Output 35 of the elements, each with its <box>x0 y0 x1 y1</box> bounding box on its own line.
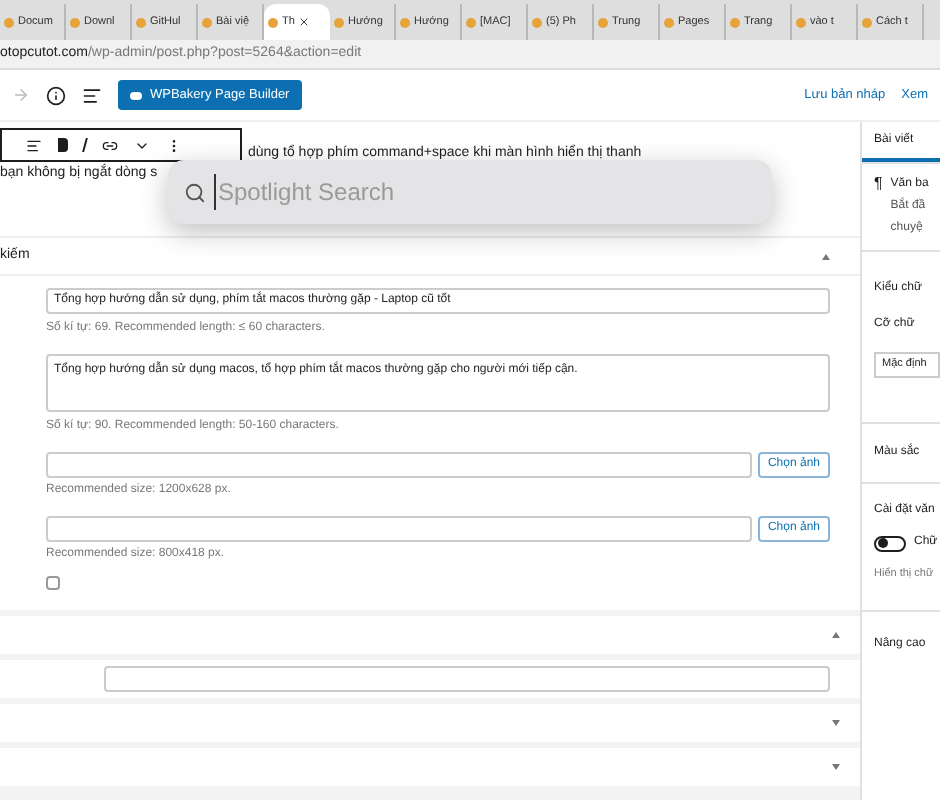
cloud-icon <box>130 91 142 99</box>
expand-icon[interactable] <box>832 764 840 770</box>
search-icon <box>184 181 206 203</box>
spotlight-search-field[interactable]: Spotlight Search <box>214 174 756 210</box>
favicon-icon <box>70 17 80 27</box>
favicon-icon <box>664 17 674 27</box>
favicon-icon <box>202 17 212 27</box>
collapse-icon[interactable] <box>832 632 840 638</box>
collapse-icon[interactable] <box>822 253 830 259</box>
info-icon[interactable] <box>46 85 66 105</box>
expand-icon[interactable] <box>832 720 840 726</box>
favicon-icon <box>730 17 740 27</box>
link-icon[interactable] <box>102 137 118 153</box>
favicon-icon <box>466 17 476 27</box>
image-url-field[interactable] <box>46 452 752 478</box>
toggle-switch[interactable] <box>874 535 906 551</box>
italic-icon[interactable] <box>82 138 88 152</box>
outline-icon[interactable] <box>82 85 102 105</box>
favicon-icon <box>400 17 410 27</box>
close-icon[interactable] <box>298 16 311 28</box>
spotlight-search-bar[interactable]: Spotlight Search <box>168 160 772 224</box>
text-field[interactable] <box>104 666 830 692</box>
favicon-icon <box>598 17 608 27</box>
favicon-icon <box>334 17 344 27</box>
favicon-icon <box>268 17 278 27</box>
bold-icon[interactable] <box>58 138 68 152</box>
checkbox[interactable] <box>46 576 60 590</box>
image-url-field[interactable] <box>46 516 752 542</box>
paragraph-icon: ¶ <box>874 176 883 238</box>
favicon-icon <box>136 17 146 27</box>
favicon-icon <box>532 17 542 27</box>
favicon-icon <box>796 17 806 27</box>
favicon-icon <box>862 17 872 27</box>
favicon-icon <box>4 17 14 27</box>
align-icon[interactable] <box>26 137 42 153</box>
